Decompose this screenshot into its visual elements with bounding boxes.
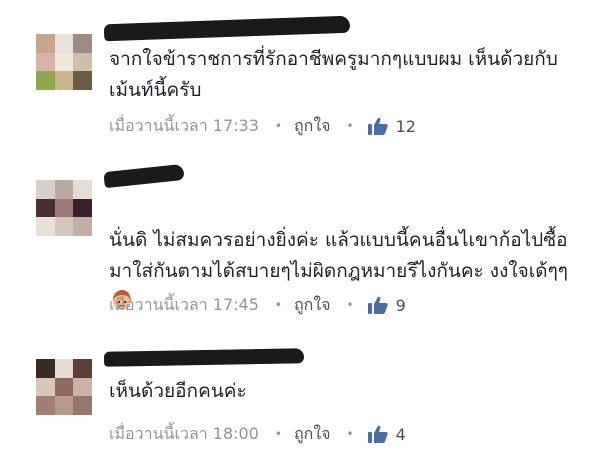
comment-meta: เมื่อวานนี้เวลา 17:33 • ถูกใจ • 12 (109, 114, 416, 138)
like-count[interactable]: 9 (396, 296, 406, 315)
separator-dot: • (274, 427, 282, 441)
redacted-name-bar (103, 348, 305, 367)
separator-dot: • (274, 298, 282, 312)
avatar[interactable] (36, 34, 92, 90)
redacted-name-bar (103, 163, 185, 189)
comment-time[interactable]: เมื่อวานนี้เวลา 17:33 (109, 114, 259, 139)
comment-meta: เมื่อวานนี้เวลา 18:00 • ถูกใจ • 4 (109, 422, 406, 446)
like-button[interactable]: ถูกใจ (294, 422, 331, 447)
comment-text: จากใจข้าราชการที่รักอาชีพครูมากๆแบบผม เห… (109, 48, 558, 101)
thumbs-up-icon[interactable] (367, 117, 388, 135)
separator-dot: • (346, 119, 354, 133)
redacted-name-bar (103, 15, 351, 42)
separator-dot: • (274, 119, 282, 133)
comment-time[interactable]: เมื่อวานนี้เวลา 17:45 (109, 293, 259, 318)
like-button[interactable]: ถูกใจ (294, 293, 331, 318)
comment-meta: เมื่อวานนี้เวลา 17:45 • ถูกใจ • 9 (109, 293, 406, 317)
like-count[interactable]: 4 (396, 425, 406, 444)
comment-text-content: นั่นดิ ไม่สมควรอย่างยิ่งค่ะ แล้วแบบนี้คน… (109, 229, 569, 282)
comment-time[interactable]: เมื่อวานนี้เวลา 18:00 (109, 422, 259, 447)
like-count[interactable]: 12 (396, 117, 416, 136)
separator-dot: • (346, 298, 354, 312)
avatar[interactable] (36, 359, 92, 415)
comment-text: เห็นด้วยอีกคนค่ะ (109, 380, 247, 402)
thumbs-up-icon[interactable] (367, 425, 388, 443)
avatar[interactable] (36, 180, 92, 236)
separator-dot: • (346, 427, 354, 441)
thumbs-up-icon[interactable] (367, 296, 388, 314)
like-button[interactable]: ถูกใจ (294, 114, 331, 139)
